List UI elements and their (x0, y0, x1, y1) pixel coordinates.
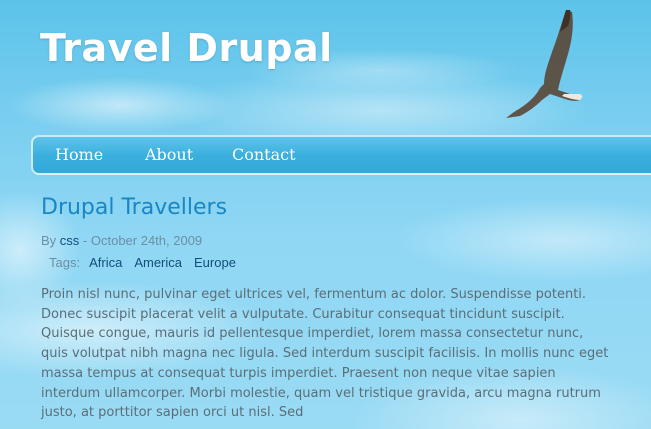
post-tags: Tags: Africa America Europe (49, 255, 236, 270)
tags-label: Tags: (49, 255, 81, 270)
post-date: - October 24th, 2009 (82, 233, 203, 248)
by-label: By (41, 233, 57, 248)
tag-link-europe[interactable]: Europe (194, 255, 236, 270)
post-title[interactable]: Drupal Travellers (41, 195, 227, 220)
site-title[interactable]: Travel Drupal (40, 26, 333, 70)
post-meta: By css - October 24th, 2009 (41, 233, 202, 248)
main-nav: Home About Contact (31, 135, 651, 175)
nav-contact[interactable]: Contact (232, 145, 296, 164)
nav-home[interactable]: Home (55, 145, 103, 164)
post-body: Proin nisl nunc, pulvinar eget ultrices … (41, 287, 609, 421)
author-link[interactable]: css (60, 233, 80, 248)
nav-about[interactable]: About (145, 145, 193, 164)
eagle-icon (506, 10, 583, 118)
tag-link-america[interactable]: America (134, 255, 182, 270)
tag-link-africa[interactable]: Africa (89, 255, 122, 270)
